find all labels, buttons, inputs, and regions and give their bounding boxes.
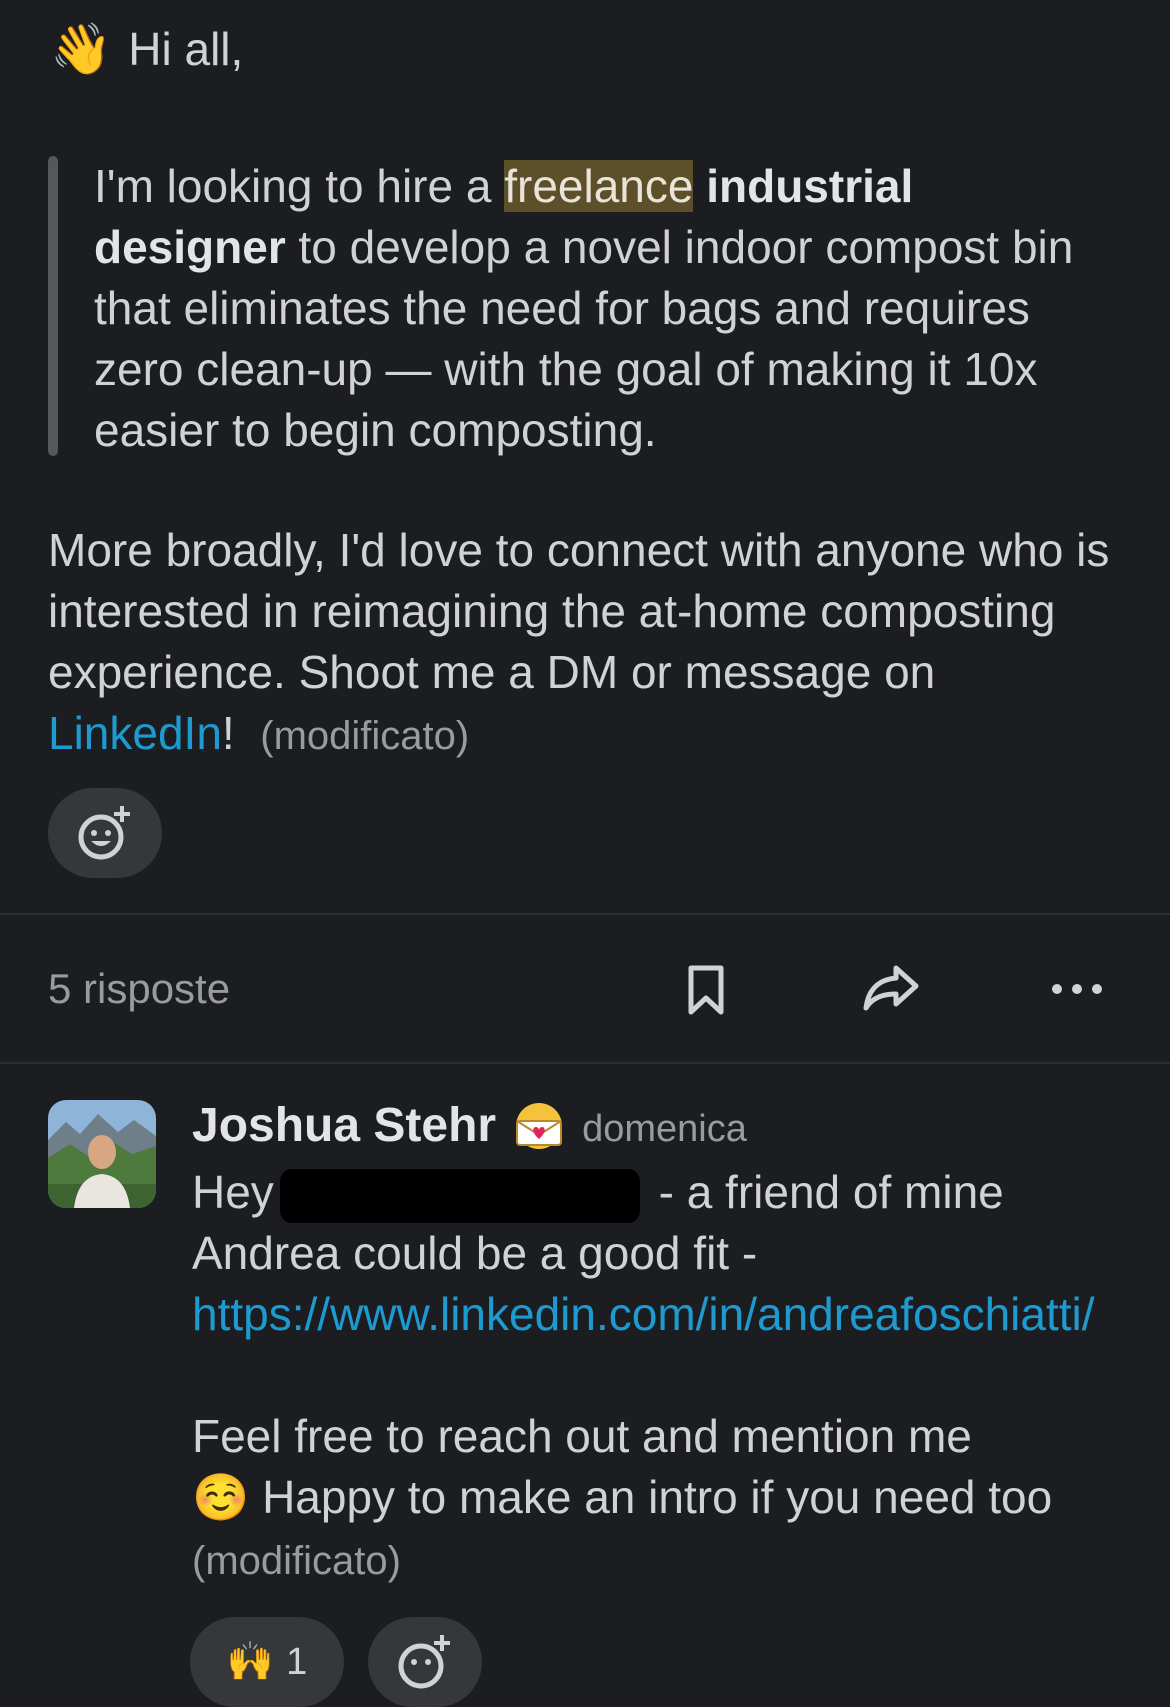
avatar[interactable] [48,1100,156,1208]
reply-body: Hey - a friend of mine Andrea could be a… [192,1162,1142,1592]
add-reaction-icon [398,1635,450,1689]
author-name[interactable]: Joshua Stehr [192,1098,496,1153]
edited-label: (modificato) [260,714,470,758]
blockquote-text: I'm looking to hire a freelance industri… [94,156,1114,461]
divider-bottom [0,1062,1170,1064]
share-button[interactable] [862,962,920,1019]
raised-hands-emoji: 🙌 [226,1641,275,1683]
reply-line2: Feel free to reach out and mention me [192,1410,972,1462]
reply-add-reaction-button[interactable] [368,1617,482,1707]
profile-link[interactable]: https://www.linkedin.com/in/andreafoschi… [192,1288,1095,1340]
more-button[interactable] [1050,976,1104,1007]
reaction-raised-hands[interactable]: 🙌 1 [190,1617,344,1707]
greeting-line: 👋 Hi all, [50,22,243,76]
quote-text-start: I'm looking to hire a [94,160,505,212]
add-reaction-button[interactable] [48,788,162,878]
quote-space [693,160,706,212]
reply-paragraph-2: Feel free to reach out and mention me ☺️ … [192,1406,1142,1592]
blockquote-bar [48,156,58,456]
reaction-count: 1 [286,1640,308,1683]
reply-paragraph-1: Hey - a friend of mine Andrea could be a… [192,1162,1142,1345]
bookmark-button[interactable] [686,964,726,1021]
reply-spacer [192,1345,1142,1406]
waving-hand-emoji: 👋 [50,21,113,77]
smiling-emoji: ☺️ [192,1471,250,1523]
greeting-text: Hi all, [128,23,244,75]
reply-greeting: Hey [192,1166,274,1218]
message-paragraph: More broadly, I'd love to connect with a… [48,520,1128,767]
message-blockquote: I'm looking to hire a freelance industri… [48,156,1118,456]
reply-edited-label: (modificato) [192,1539,401,1583]
reply-timestamp: domenica [582,1108,747,1150]
more-icon [1052,984,1102,994]
redacted-mention [279,1168,640,1223]
paragraph-exclamation: ! [221,707,235,759]
love-letter-emoji [510,1101,568,1151]
reply-line3: Happy to make an intro if you need too [262,1471,1053,1523]
search-highlight: freelance [504,160,694,212]
reply-header: Joshua Stehr domenica [192,1098,747,1153]
replies-count[interactable]: 5 risposte [48,965,230,1013]
linkedin-link[interactable]: LinkedIn [48,707,222,759]
add-reaction-icon [78,806,130,860]
share-icon [863,965,919,1011]
divider-top [0,913,1170,915]
bookmark-icon [688,965,724,1015]
paragraph-text: More broadly, I'd love to connect with a… [48,524,1110,698]
